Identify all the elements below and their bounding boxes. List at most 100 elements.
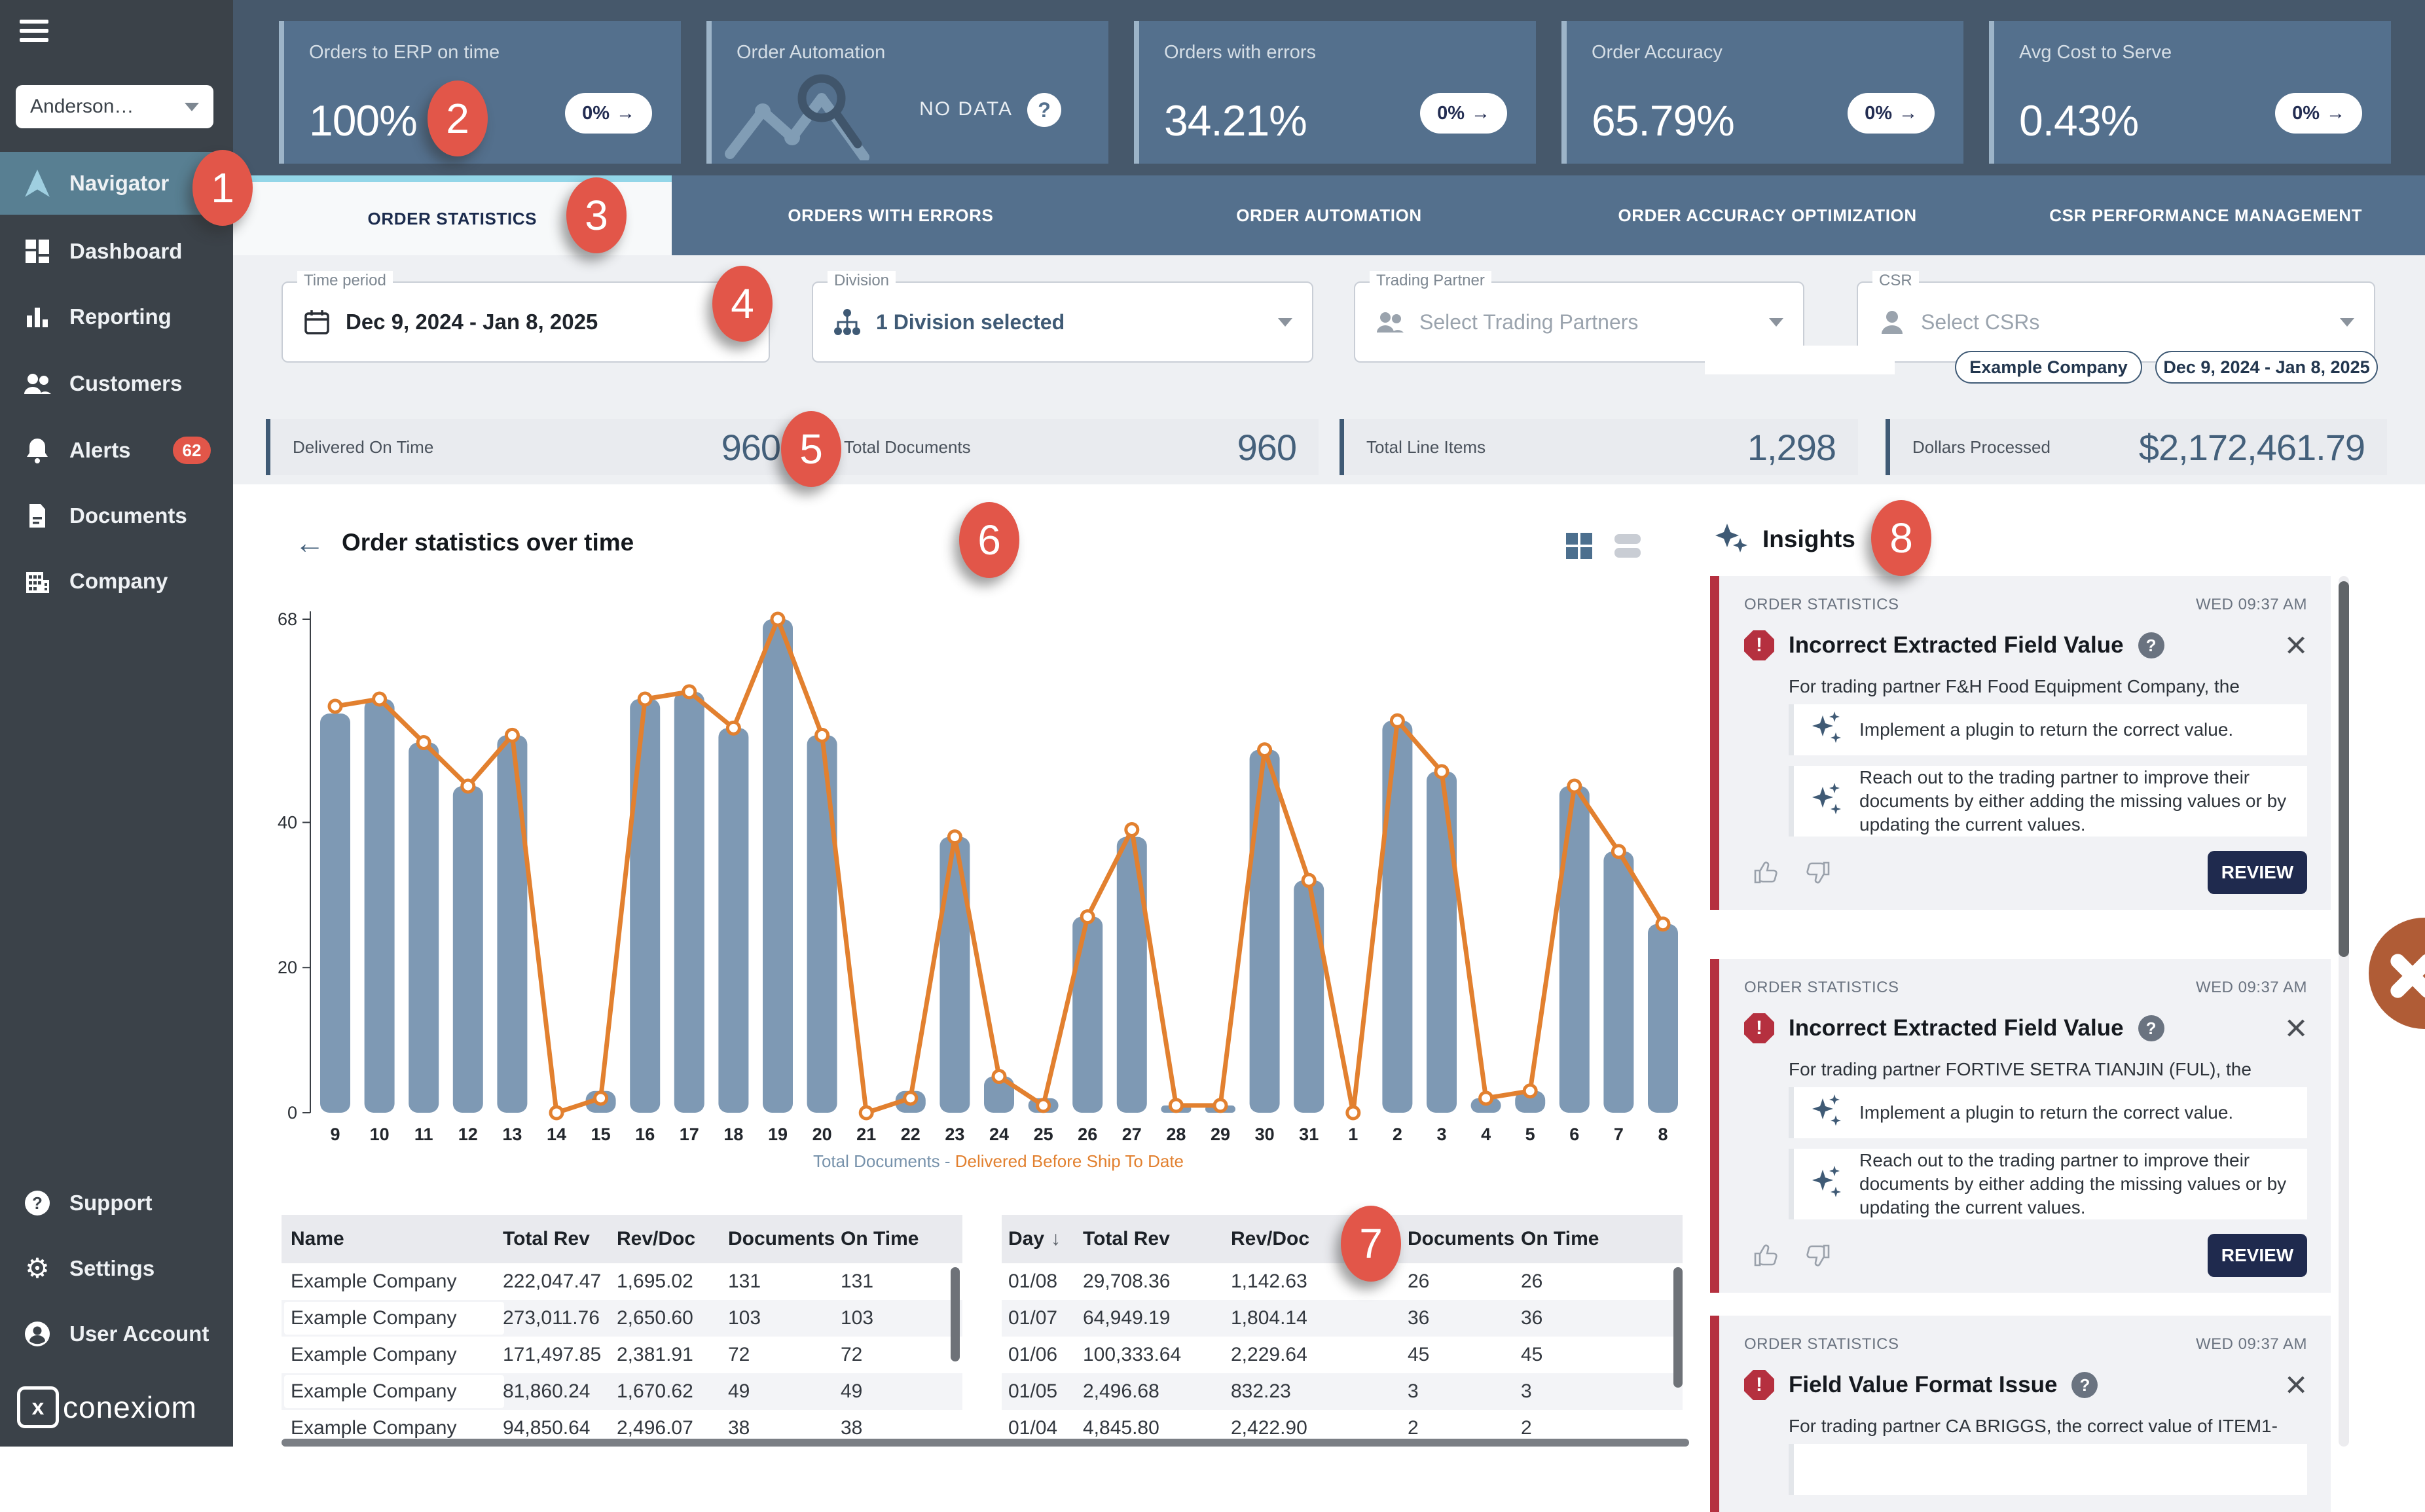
table-cell: 171,497.85 [503, 1337, 601, 1373]
column-header-totalrev[interactable]: Total Rev [503, 1215, 590, 1263]
column-header-documents[interactable]: Documents [1408, 1215, 1514, 1263]
sidebar-item-customers[interactable]: Customers [0, 352, 233, 415]
close-icon[interactable]: × [2285, 1015, 2307, 1041]
filter-chip[interactable]: Example Company [1955, 351, 2142, 384]
table-row[interactable]: Example Company273,011.762,650.60103103 [282, 1300, 962, 1337]
table-row[interactable]: 01/06100,333.642,229.644545 [1002, 1337, 1683, 1373]
tab-label: CSR PERFORMANCE MANAGEMENT [2049, 206, 2362, 226]
sidebar-item-label: Documents [69, 503, 187, 528]
table-scrollbar-thumb[interactable] [951, 1267, 960, 1361]
table-cell: 1,670.62 [617, 1373, 693, 1410]
close-icon[interactable]: × [2285, 632, 2307, 658]
help-icon[interactable]: ? [2071, 1372, 2098, 1398]
list-view-toggle[interactable] [1613, 531, 1642, 560]
table-row[interactable]: Example Company222,047.471,695.02131131 [282, 1263, 962, 1300]
sidebar-item-label: Customers [69, 371, 182, 396]
stat-label: Total Documents [844, 437, 971, 458]
annotation-marker-7: 7 [1341, 1206, 1401, 1282]
kpi-value: 34.21% [1164, 96, 1307, 145]
table-cell: 36 [1521, 1300, 1542, 1337]
tab-order-accuracy-optimization[interactable]: ORDER ACCURACY OPTIMIZATION [1548, 175, 1987, 255]
kpi-trend-pill[interactable]: 0%→ [1420, 93, 1507, 134]
insights-scrollbar-thumb[interactable] [2339, 581, 2349, 957]
insight-footer: REVIEW [1752, 1234, 2307, 1277]
column-header-ontime[interactable]: On Time [841, 1215, 919, 1263]
table-cell: 2,381.91 [617, 1337, 693, 1373]
table-row[interactable]: 01/0764,949.191,804.143636 [1002, 1300, 1683, 1337]
tab-orders-with-errors[interactable]: ORDERS WITH ERRORS [672, 175, 1110, 255]
list-view-icon [1613, 531, 1642, 560]
column-header-totalrev[interactable]: Total Rev [1083, 1215, 1170, 1263]
svg-text:2: 2 [1393, 1125, 1402, 1144]
thumbs-down-icon[interactable] [1803, 858, 1832, 887]
sparkle-icon [1714, 522, 1748, 556]
suggestion-box: Reach out to the trading partner to impr… [1789, 1149, 2307, 1219]
column-header-revdoc[interactable]: Rev/Doc [617, 1215, 695, 1263]
division-filter[interactable]: Division 1 Division selected [812, 281, 1313, 363]
sidebar-item-alerts[interactable]: Alerts62 [0, 419, 233, 482]
svg-text:17: 17 [680, 1125, 699, 1144]
table-cell: 01/08 [1008, 1263, 1057, 1300]
sidebar-item-user-account[interactable]: User Account [0, 1303, 233, 1365]
back-arrow-icon[interactable]: ← [295, 530, 325, 556]
stat-card-dollars-processed: Dollars Processed$2,172,461.79 [1886, 419, 2387, 475]
sidebar-item-documents[interactable]: Documents [0, 484, 233, 547]
thumbs-up-icon[interactable] [1752, 858, 1781, 887]
grid-view-toggle[interactable] [1565, 531, 1594, 560]
kpi-trend-pill[interactable]: 0%→ [1848, 93, 1935, 134]
hamburger-menu-icon[interactable] [20, 20, 48, 42]
table-cell: 832.23 [1231, 1373, 1291, 1410]
sidebar-item-company[interactable]: Company [0, 550, 233, 613]
org-selector-dropdown[interactable]: Anderson… [16, 85, 213, 128]
kpi-trend-pill[interactable]: 0%→ [565, 93, 652, 134]
kpi-trend-pill[interactable]: 0%→ [2275, 93, 2362, 134]
stat-card-total-documents: Total Documents960 [817, 419, 1319, 475]
sidebar-item-dashboard[interactable]: Dashboard [0, 220, 233, 283]
close-icon[interactable]: × [2285, 1372, 2307, 1398]
sidebar-item-reporting[interactable]: Reporting [0, 285, 233, 348]
sidebar-item-label: Navigator [69, 171, 169, 196]
svg-text:13: 13 [502, 1125, 522, 1144]
insight-category: ORDER STATISTICS [1744, 979, 1899, 997]
table-row[interactable]: Example Company81,860.241,670.624949 [282, 1373, 962, 1410]
filter-chip[interactable]: Dec 9, 2024 - Jan 8, 2025 [2155, 351, 2378, 384]
settings-icon: ⚙ [22, 1253, 52, 1284]
horizontal-scrollbar[interactable] [282, 1439, 1689, 1447]
sidebar-item-support[interactable]: ?Support [0, 1172, 233, 1234]
insight-meta-row: ORDER STATISTICSWED 09:37 AM [1744, 1335, 2307, 1354]
division-icon [833, 308, 862, 336]
sort-descending-icon[interactable]: ↓ [1051, 1228, 1061, 1250]
svg-text:29: 29 [1211, 1125, 1230, 1144]
time-period-filter[interactable]: Time period Dec 9, 2024 - Jan 8, 2025 [282, 281, 770, 363]
column-header-name[interactable]: Name [291, 1215, 344, 1263]
annotation-marker-2: 2 [428, 81, 488, 156]
tab-order-automation[interactable]: ORDER AUTOMATION [1110, 175, 1548, 255]
thumbs-up-icon[interactable] [1752, 1241, 1781, 1270]
trend-arrow-icon: → [1899, 103, 1918, 124]
svg-text:?: ? [32, 1193, 43, 1213]
kpi-value: 100% [309, 96, 417, 145]
table-row[interactable]: 01/052,496.68832.2333 [1002, 1373, 1683, 1410]
thumbs-down-icon[interactable] [1803, 1241, 1832, 1270]
column-header-ontime[interactable]: On Time [1521, 1215, 1599, 1263]
insight-title: Field Value Format Issue [1789, 1372, 2057, 1398]
suggestion-box: Reach out to the trading partner to impr… [1789, 766, 2307, 837]
review-button[interactable]: REVIEW [2208, 1234, 2307, 1277]
insight-title-row: !Field Value Format Issue?× [1744, 1367, 2307, 1403]
table-row[interactable]: Example Company171,497.852,381.917272 [282, 1337, 962, 1373]
chart-title: Order statistics over time [342, 529, 634, 556]
table-scrollbar-thumb[interactable] [1673, 1267, 1683, 1388]
column-header-revdoc[interactable]: Rev/Doc [1231, 1215, 1309, 1263]
stat-value: $2,172,461.79 [2139, 426, 2365, 469]
help-icon[interactable]: ? [2138, 632, 2164, 658]
suggestion-text: Implement a plugin to return the correct… [1859, 718, 2233, 742]
sidebar-item-settings[interactable]: ⚙Settings [0, 1237, 233, 1300]
table-row[interactable]: 01/0829,708.361,142.632626 [1002, 1263, 1683, 1300]
help-icon[interactable]: ? [2138, 1015, 2164, 1041]
review-button[interactable]: REVIEW [2208, 851, 2307, 894]
tab-csr-performance-management[interactable]: CSR PERFORMANCE MANAGEMENT [1986, 175, 2425, 255]
column-header-documents[interactable]: Documents [728, 1215, 835, 1263]
alert-icon: ! [1744, 630, 1774, 660]
column-header-day[interactable]: Day↓ [1008, 1215, 1061, 1263]
help-icon[interactable]: ? [1027, 93, 1061, 127]
